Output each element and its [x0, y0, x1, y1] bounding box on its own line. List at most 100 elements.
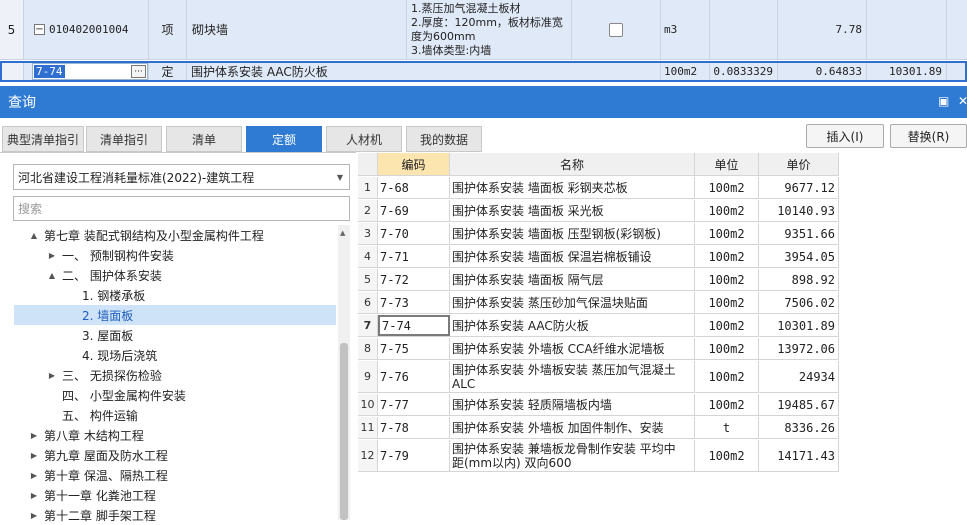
- tree-item[interactable]: ▲ 二、 围护体系安装: [46, 265, 162, 285]
- tree-scrollbar[interactable]: ▲: [338, 225, 350, 520]
- price-cell: 10301.89: [867, 63, 947, 80]
- tree-item[interactable]: ▶ 一、 预制钢构件安装: [46, 245, 174, 265]
- tree-item[interactable]: 4. 现场后浇筑: [82, 345, 157, 365]
- table-row[interactable]: 11 7-78 围护体系安装 外墙板 加固件制作、安装 t 8336.26: [358, 417, 839, 439]
- chapter-tree-panel: 河北省建设工程消耗量标准(2022)-建筑工程 ▼ 搜索 ▲ 第七章 装配式钢结构…: [0, 152, 356, 523]
- tree-item[interactable]: 2. 墙面板: [14, 305, 336, 325]
- quota-code: 7-72: [378, 269, 450, 290]
- collapse-icon[interactable]: ▶: [28, 451, 40, 460]
- name-cell[interactable]: 砌块墙: [187, 0, 407, 59]
- ellipsis-button[interactable]: ···: [131, 65, 146, 78]
- collapse-icon[interactable]: ▶: [28, 431, 40, 440]
- feature-line: 度为600mm: [411, 29, 476, 43]
- collapse-icon[interactable]: ▶: [28, 471, 40, 480]
- quota-name-line: 围护体系安装 兼墙板龙骨制作安装 平均中: [452, 441, 676, 456]
- tree-item-label: 1. 钢楼承板: [82, 288, 146, 303]
- collapse-icon[interactable]: ▶: [28, 511, 40, 520]
- name-cell[interactable]: 围护体系安装 AAC防火板: [187, 63, 661, 80]
- expand-icon[interactable]: ▲: [28, 231, 40, 240]
- table-row[interactable]: 9 7-76 围护体系安装 外墙板安装 蒸压加气混凝土 ALC 100m2 24934: [358, 361, 839, 393]
- coef-cell[interactable]: 0.0833329: [710, 63, 778, 80]
- quota-row[interactable]: 7-74 ··· 定 围护体系安装 AAC防火板 100m2 0.0833329…: [0, 61, 967, 82]
- bill-row[interactable]: 5 − 010402001004 项 砌块墙 1.蒸压加气混凝土板材 2.厚度：…: [0, 0, 967, 60]
- code-cell[interactable]: 7-74 ···: [24, 63, 149, 80]
- table-row[interactable]: 10 7-77 围护体系安装 轻质隔墙板内墙 100m2 19485.67: [358, 394, 839, 416]
- search-input[interactable]: 搜索: [13, 196, 350, 221]
- table-row[interactable]: 6 7-73 围护体系安装 蒸压砂加气保温块贴面 100m2 7506.02: [358, 292, 839, 314]
- quota-code: 7-71: [378, 246, 450, 267]
- tab-quota[interactable]: 定额: [246, 126, 322, 152]
- table-row[interactable]: 12 7-79 围护体系安装 兼墙板龙骨制作安装 平均中 距(mm以内) 双向600 1…: [358, 440, 839, 472]
- item-code: 010402001004: [49, 23, 129, 36]
- column-header-unit[interactable]: 单位: [695, 153, 759, 175]
- tree-item[interactable]: ▶ 第八章 木结构工程: [28, 425, 144, 445]
- feature-line: 2.厚度：120mm，板材标准宽: [411, 15, 563, 29]
- table-row[interactable]: 5 7-72 围护体系安装 墙面板 隔气层 100m2 898.92: [358, 269, 839, 291]
- collapse-icon[interactable]: −: [34, 24, 45, 35]
- code-edit-input[interactable]: 7-74 ···: [32, 63, 148, 80]
- column-header-price[interactable]: 单价: [759, 153, 839, 175]
- restore-icon[interactable]: ▣: [938, 94, 949, 108]
- tab-bill-guide[interactable]: 清单指引: [86, 126, 162, 152]
- quota-unit: 100m2: [695, 394, 759, 415]
- quota-name: 围护体系安装 蒸压砂加气保温块贴面: [450, 292, 695, 313]
- collapse-icon[interactable]: ▶: [46, 251, 58, 260]
- unit-cell: m3: [661, 0, 710, 59]
- column-header-name[interactable]: 名称: [450, 153, 695, 175]
- tree-item-label: 五、 构件运输: [62, 408, 138, 423]
- tree-item[interactable]: ▲ 第七章 装配式钢结构及小型金属构件工程: [28, 225, 264, 245]
- table-row[interactable]: 3 7-70 围护体系安装 墙面板 压型钢板(彩钢板) 100m2 9351.66: [358, 223, 839, 245]
- insert-button[interactable]: 插入(I): [806, 124, 884, 148]
- table-row[interactable]: 1 7-68 围护体系安装 墙面板 彩钢夹芯板 100m2 9677.12: [358, 177, 839, 199]
- code-cell[interactable]: − 010402001004: [24, 0, 149, 59]
- tree-item[interactable]: 3. 屋面板: [82, 325, 133, 345]
- checkbox-cell[interactable]: [572, 0, 661, 59]
- tree-item[interactable]: 四、 小型金属构件安装: [46, 385, 186, 405]
- tab-labor-material-machine[interactable]: 人材机: [326, 126, 402, 152]
- quota-code: 7-70: [378, 223, 450, 244]
- quota-unit: t: [695, 417, 759, 438]
- table-row[interactable]: 7 7-74 围护体系安装 AAC防火板 100m2 10301.89: [358, 315, 839, 337]
- quota-unit: 100m2: [695, 338, 759, 359]
- collapse-icon[interactable]: ▶: [28, 491, 40, 500]
- tab-my-data[interactable]: 我的数据: [406, 126, 482, 152]
- tree-item[interactable]: ▶ 三、 无损探伤检验: [46, 365, 162, 385]
- row-index: 5: [0, 0, 24, 59]
- tree-item[interactable]: ▶ 第九章 屋面及防水工程: [28, 445, 168, 465]
- price-cell: [867, 0, 947, 59]
- collapse-icon[interactable]: ▶: [46, 371, 58, 380]
- tree-item-label: 第七章 装配式钢结构及小型金属构件工程: [44, 228, 264, 243]
- quota-code: 7-74: [378, 315, 450, 336]
- table-row[interactable]: 2 7-69 围护体系安装 墙面板 采光板 100m2 10140.93: [358, 200, 839, 222]
- tree-item[interactable]: 1. 钢楼承板: [82, 285, 145, 305]
- scrollbar-thumb[interactable]: [340, 343, 348, 520]
- feature-cell[interactable]: 1.蒸压加气混凝土板材 2.厚度：120mm，板材标准宽 度为600mm 3.墙…: [407, 0, 572, 59]
- row-number: 6: [358, 292, 378, 313]
- quantity-cell[interactable]: 0.64833: [778, 63, 867, 80]
- tree-item[interactable]: ▶ 第十一章 化粪池工程: [28, 485, 156, 505]
- tree-item-label: 二、 围护体系安装: [62, 268, 162, 283]
- tab-typical-bill-guide[interactable]: 典型清单指引: [2, 126, 84, 152]
- feature-line: 3.墙体类型:内墙: [411, 43, 492, 57]
- tree-item[interactable]: ▶ 第十二章 脚手架工程: [28, 505, 156, 525]
- table-row[interactable]: 4 7-71 围护体系安装 墙面板 保温岩棉板铺设 100m2 3954.05: [358, 246, 839, 268]
- expand-icon[interactable]: ▲: [46, 271, 58, 280]
- checkbox[interactable]: [609, 22, 623, 37]
- table-row[interactable]: 8 7-75 围护体系安装 外墙板 CCA纤维水泥墙板 100m2 13972.06: [358, 338, 839, 360]
- quota-price: 14171.43: [759, 440, 839, 471]
- tab-bill[interactable]: 清单: [166, 126, 242, 152]
- table-header: 编码 名称 单位 单价: [358, 153, 839, 176]
- quota-price: 3954.05: [759, 246, 839, 267]
- quota-price: 9677.12: [759, 177, 839, 198]
- standard-select[interactable]: 河北省建设工程消耗量标准(2022)-建筑工程 ▼: [13, 164, 350, 190]
- close-icon[interactable]: ✕: [958, 94, 967, 108]
- quota-code: 7-78: [378, 417, 450, 438]
- scroll-up-icon[interactable]: ▲: [340, 229, 345, 237]
- replace-button[interactable]: 替换(R): [890, 124, 967, 148]
- quantity-cell[interactable]: 7.78: [778, 0, 867, 59]
- tree-item-label: 第十章 保温、隔热工程: [44, 468, 168, 483]
- tree-item[interactable]: ▶ 第十章 保温、隔热工程: [28, 465, 168, 485]
- column-header-code[interactable]: 编码: [378, 153, 450, 175]
- tree-item[interactable]: 五、 构件运输: [46, 405, 138, 425]
- quota-name: 围护体系安装 外墙板安装 蒸压加气混凝土 ALC: [450, 361, 695, 392]
